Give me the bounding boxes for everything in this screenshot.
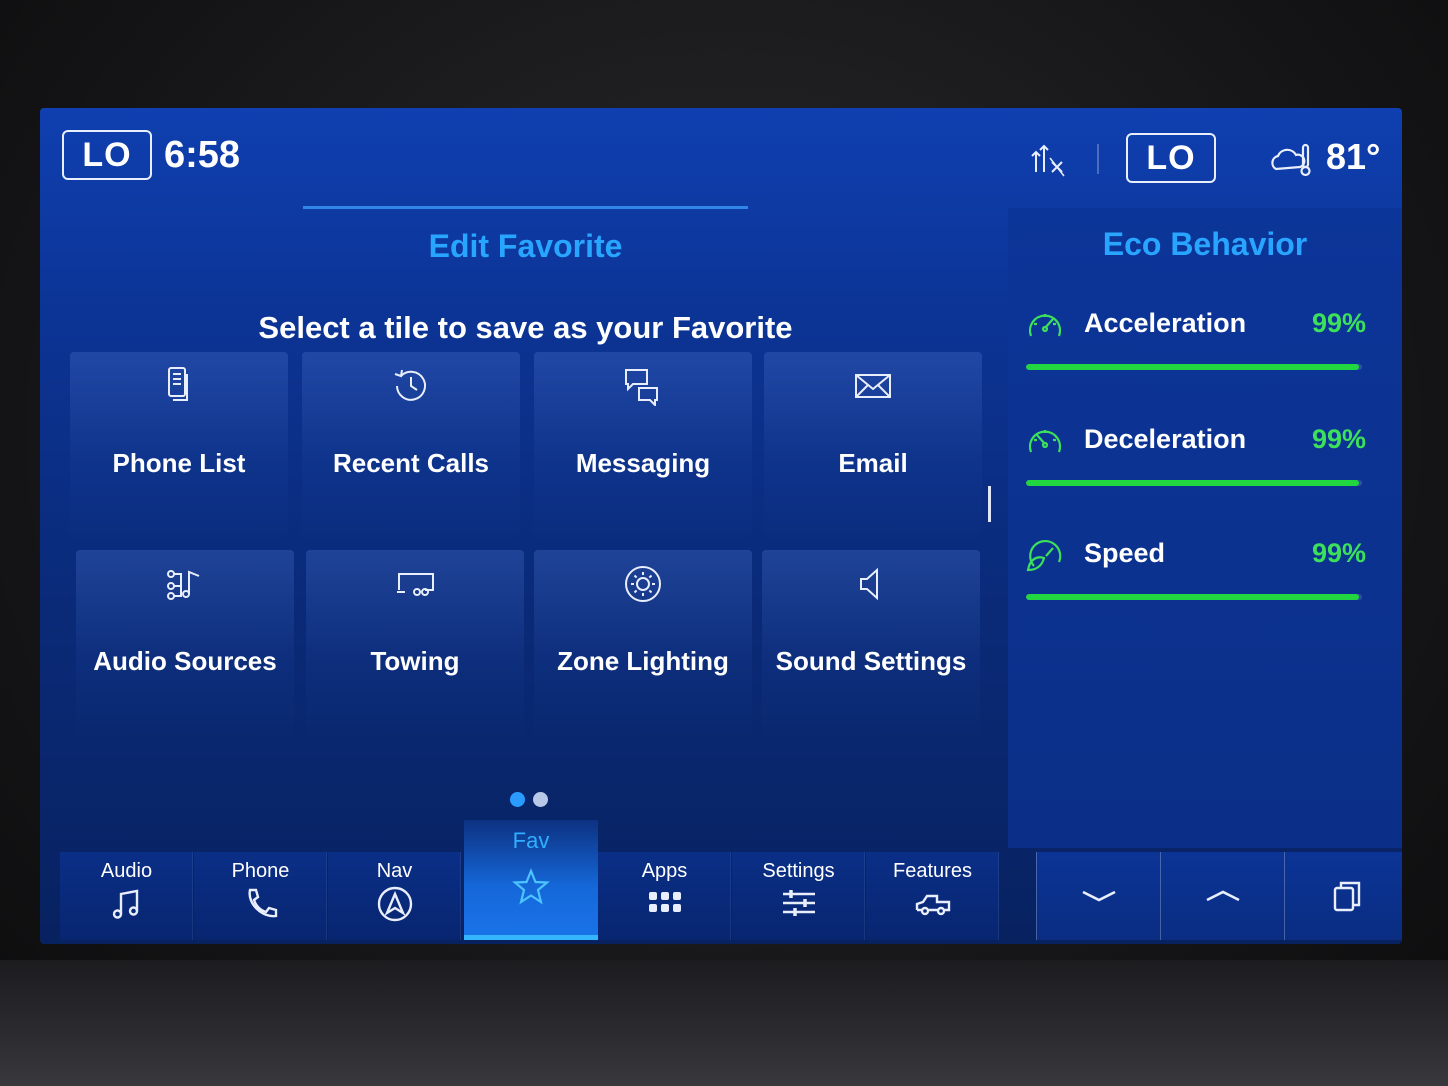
tile-label: Recent Calls	[332, 448, 490, 478]
tile-label: Messaging	[575, 448, 711, 478]
eco-label: Speed	[1084, 538, 1166, 568]
speed-leaf-gauge-icon	[1026, 539, 1062, 572]
tile-audio-sources[interactable]: Audio Sources	[76, 550, 294, 736]
nav-features[interactable]: Features	[866, 852, 999, 940]
sync-signal-icon[interactable]	[1030, 142, 1066, 178]
page-dot-2[interactable]	[533, 792, 548, 807]
clock: 6:58	[164, 134, 241, 176]
eco-title: Eco Behavior	[1102, 226, 1308, 262]
tile-label: Zone Lighting	[557, 646, 729, 676]
bottom-nav-bar: Audio Phone Nav Fav Apps Settings Featur…	[60, 820, 1402, 944]
driver-climate-label: LO	[82, 135, 132, 174]
eco-deceleration: Deceleration 99%	[1026, 422, 1366, 512]
tile-label: Audio Sources	[93, 646, 277, 676]
phone-list-icon	[168, 367, 188, 401]
nav-audio[interactable]: Audio	[60, 852, 193, 940]
eco-progress-bar	[1026, 364, 1362, 370]
eco-behavior-panel: Eco Behavior Acceleration 99% Decelerati…	[1008, 208, 1402, 848]
eco-label: Deceleration	[1084, 424, 1247, 454]
tile-email[interactable]: Email	[764, 352, 982, 538]
eco-label: Acceleration	[1084, 308, 1247, 338]
tile-sound-settings[interactable]: Sound Settings	[762, 550, 980, 736]
tile-phone-list[interactable]: Phone List	[70, 352, 288, 538]
zone-lighting-icon	[625, 566, 661, 602]
navigation-icon	[377, 886, 413, 922]
nav-label: Nav	[376, 860, 413, 882]
page-dot-1[interactable]	[510, 792, 525, 807]
nav-apps[interactable]: Apps	[598, 852, 731, 940]
nav-label: Features	[893, 860, 972, 882]
clock-history-icon	[394, 369, 426, 401]
chat-bubbles-icon	[625, 369, 658, 406]
eco-progress-bar	[1026, 480, 1362, 486]
eco-value: 99%	[1311, 538, 1366, 568]
nav-label: Phone	[231, 860, 290, 882]
eco-acceleration: Acceleration 99%	[1026, 306, 1366, 396]
eco-value: 99%	[1311, 424, 1366, 454]
nav-phone[interactable]: Phone	[194, 852, 327, 940]
eco-progress-bar	[1026, 594, 1362, 600]
tile-recent-calls[interactable]: Recent Calls	[302, 352, 520, 538]
weather-icon	[1271, 143, 1311, 177]
speaker-icon	[860, 567, 878, 601]
eco-speed: Speed 99%	[1026, 536, 1366, 626]
phone-icon	[248, 888, 278, 918]
tile-towing[interactable]: Towing	[306, 550, 524, 736]
edit-favorite-title: Edit Favorite	[428, 228, 623, 264]
tile-zone-lighting[interactable]: Zone Lighting	[534, 550, 752, 736]
status-separator	[1097, 144, 1099, 174]
chevron-down-icon	[1082, 890, 1116, 902]
page-indicator	[510, 792, 548, 807]
eco-value: 99%	[1311, 308, 1366, 338]
chevron-up-icon	[1206, 890, 1240, 902]
driver-climate-button[interactable]: LO	[62, 130, 152, 180]
window-stack-icon	[1333, 881, 1361, 912]
truck-icon	[915, 894, 951, 916]
envelope-icon	[855, 374, 891, 398]
tile-messaging[interactable]: Messaging	[534, 352, 752, 538]
nav-label: Settings	[762, 860, 835, 882]
infotainment-screen: LO 6:58 LO 81° Edit Favorite Select a ti…	[40, 108, 1402, 944]
nav-settings[interactable]: Settings	[732, 852, 865, 940]
eco-progress-fill	[1026, 364, 1359, 370]
scrollbar[interactable]	[988, 486, 991, 522]
music-note-icon	[112, 889, 139, 919]
passenger-climate-button[interactable]: LO	[1126, 133, 1216, 183]
window-stack-button[interactable]	[1284, 852, 1402, 940]
tile-label: Towing	[370, 646, 460, 676]
star-icon	[512, 868, 550, 905]
sliders-icon	[783, 890, 815, 916]
acceleration-gauge-icon	[1028, 314, 1062, 337]
chevron-up-button[interactable]	[1160, 852, 1284, 940]
tile-label: Phone List	[112, 448, 246, 478]
outside-temperature: 81°	[1326, 136, 1381, 177]
nav-label: Audio	[100, 860, 153, 882]
apps-grid-icon	[649, 892, 681, 912]
trailer-icon	[397, 573, 434, 596]
nav-fav[interactable]: Fav	[464, 820, 598, 940]
tab-indicator	[303, 206, 748, 209]
nav-navigation[interactable]: Nav	[328, 852, 461, 940]
active-indicator	[464, 935, 598, 940]
nav-label: Fav	[512, 828, 550, 853]
deceleration-gauge-icon	[1028, 430, 1062, 453]
eco-progress-fill	[1026, 594, 1359, 600]
nav-label: Apps	[641, 860, 688, 882]
audio-sources-icon	[167, 570, 200, 600]
favorites-subtitle: Select a tile to save as your Favorite	[258, 310, 793, 345]
bezel-lower	[0, 960, 1448, 1086]
tile-label: Email	[838, 448, 908, 478]
chevron-down-button[interactable]	[1036, 852, 1160, 940]
eco-progress-fill	[1026, 480, 1359, 486]
passenger-climate-label: LO	[1146, 138, 1196, 177]
status-bar: LO 6:58 LO 81°	[40, 108, 1402, 208]
tile-label: Sound Settings	[775, 646, 967, 676]
